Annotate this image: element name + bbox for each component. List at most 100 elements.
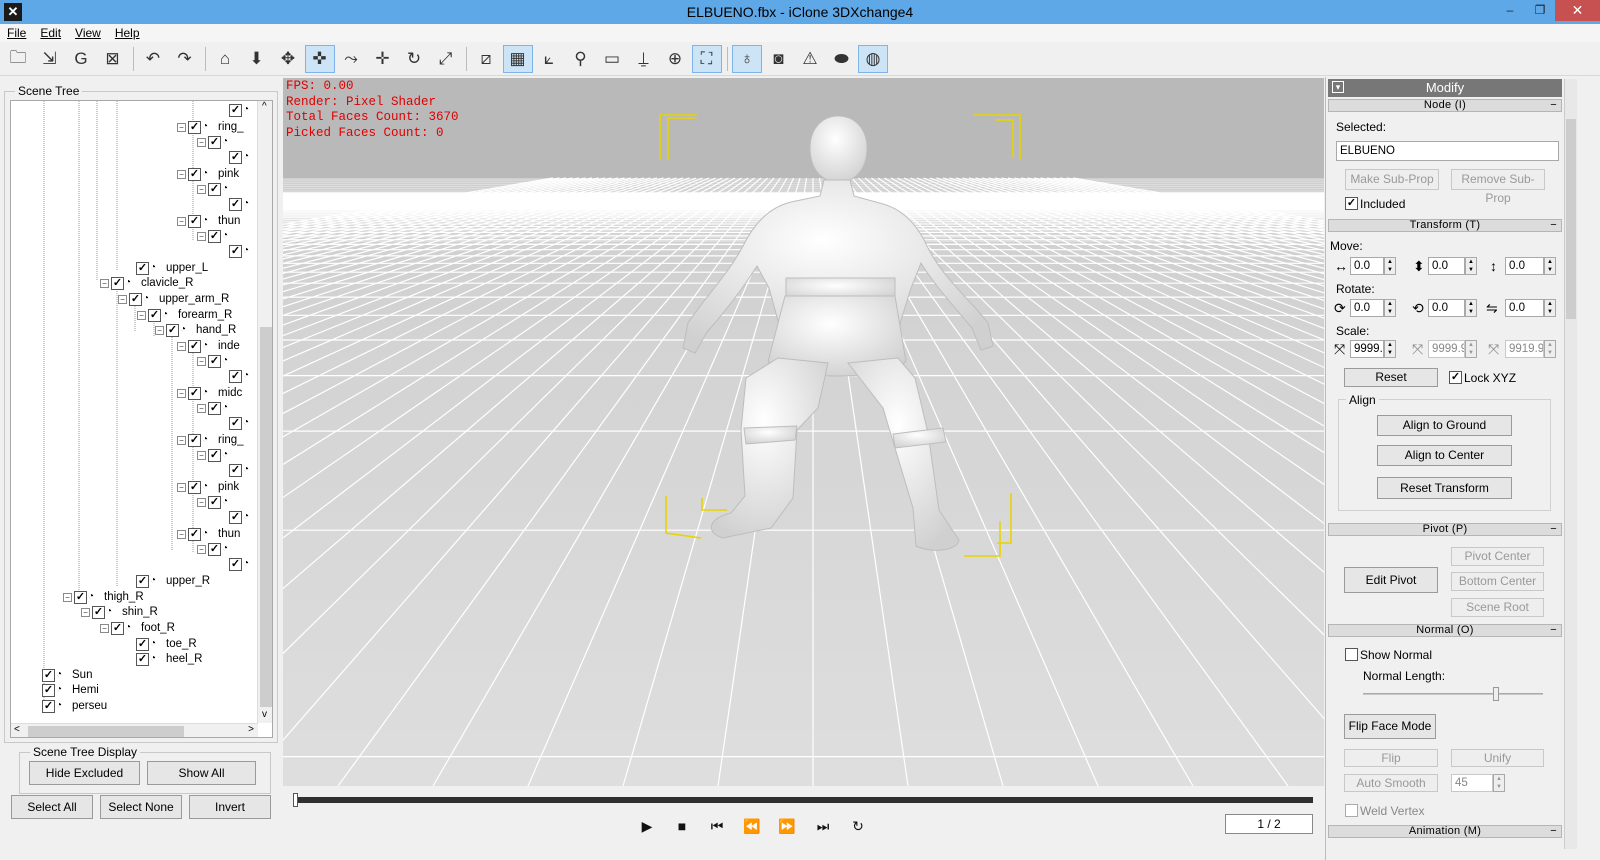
reset-button[interactable]: Reset (1344, 368, 1438, 387)
tree-node[interactable]: − ✓ ◔ shin_R (81, 604, 158, 620)
tree-node-checkbox[interactable]: ✓ (208, 182, 221, 196)
redo-icon[interactable]: ↷ (170, 45, 200, 73)
tree-collapse-icon[interactable]: − (63, 592, 72, 602)
scroll-right-icon[interactable]: > (248, 724, 254, 735)
tree-node[interactable]: − ✓ ◔ (197, 541, 238, 557)
close-button[interactable]: ✕ (1555, 0, 1600, 21)
tree-node[interactable]: ✓ ◔ (229, 102, 259, 118)
tree-node[interactable]: ✓ ◔ toe_R (136, 636, 197, 652)
spin-down-icon[interactable]: ▼ (1494, 783, 1504, 791)
tree-collapse-icon[interactable]: − (137, 310, 146, 320)
move-z-spinner[interactable]: ▲ ▼ (1544, 257, 1556, 275)
spin-down-icon[interactable]: ▼ (1545, 308, 1555, 316)
tree-node[interactable]: ✓ ◔ (229, 509, 259, 525)
nodes-icon[interactable]: ⚠ (795, 45, 825, 73)
show-all-button[interactable]: Show All (147, 761, 256, 785)
tree-node[interactable]: ✓ ◔ (229, 149, 259, 165)
spin-down-icon[interactable]: ▼ (1466, 349, 1476, 357)
tree-node[interactable]: − ✓ ◔ ring_ (177, 432, 244, 448)
spin-up-icon[interactable]: ▲ (1385, 258, 1395, 266)
tree-node[interactable]: ✓ ◔ (229, 415, 259, 431)
spin-down-icon[interactable]: ▼ (1385, 308, 1395, 316)
spin-down-icon[interactable]: ▼ (1466, 266, 1476, 274)
tree-node[interactable]: − ✓ ◔ thun (177, 526, 240, 542)
tree-node[interactable]: − ✓ ◔ thun (177, 213, 240, 229)
last-frame-icon[interactable]: ⏭ (812, 815, 834, 837)
pose-icon[interactable]: ⤳ (336, 45, 366, 73)
menu-file[interactable]: File (0, 26, 33, 40)
collapse-icon[interactable]: ▾ (1332, 81, 1344, 93)
open-icon[interactable]: 🗀 (3, 45, 33, 73)
tree-node[interactable]: − ✓ ◔ hand_R (155, 322, 236, 338)
animation-section-header[interactable]: Animation (M) − (1328, 825, 1562, 838)
tree-node-checkbox[interactable]: ✓ (166, 323, 179, 337)
3d-viewport[interactable]: FPS: 0.00 Render: Pixel Shader Total Fac… (283, 78, 1324, 786)
tree-vscrollbar[interactable]: ^ v (257, 101, 272, 723)
spin-up-icon[interactable]: ▲ (1545, 258, 1555, 266)
hide-excluded-button[interactable]: Hide Excluded (29, 761, 140, 785)
tree-collapse-icon[interactable]: − (177, 435, 186, 445)
tree-node-checkbox[interactable]: ✓ (188, 120, 201, 134)
tree-node[interactable]: ✓ ◔ (229, 462, 259, 478)
section-collapse-icon[interactable]: − (1550, 524, 1557, 535)
move-icon[interactable]: ✛ (368, 45, 398, 73)
tree-node-checkbox[interactable]: ✓ (229, 244, 242, 258)
rotate-icon[interactable]: ↻ (399, 45, 429, 73)
normal-length-slider[interactable] (1363, 693, 1543, 695)
move-y-field[interactable]: 0.0 (1428, 257, 1465, 275)
transform-section-header[interactable]: Transform (T) − (1328, 219, 1562, 232)
first-frame-icon[interactable]: ⏮ (706, 815, 728, 837)
tree-node-checkbox[interactable]: ✓ (208, 401, 221, 415)
section-collapse-icon[interactable]: − (1550, 220, 1557, 231)
show-normal-checkbox[interactable] (1345, 648, 1358, 661)
rotate-y-field[interactable]: 0.0 (1428, 299, 1465, 317)
tree-node[interactable]: − ✓ ◔ inde (177, 338, 240, 354)
spin-up-icon[interactable]: ▲ (1385, 300, 1395, 308)
tree-node[interactable]: − ✓ ◔ pink (177, 479, 239, 495)
tree-node[interactable]: − ✓ ◔ (197, 353, 238, 369)
tree-collapse-icon[interactable]: − (177, 216, 186, 226)
tree-node-checkbox[interactable]: ✓ (42, 683, 55, 697)
tree-node-checkbox[interactable]: ✓ (136, 261, 149, 275)
plane-icon[interactable]: ▭ (597, 45, 627, 73)
app-logo-icon[interactable]: ✕ (4, 3, 22, 21)
align-to-center-button[interactable]: Align to Center (1377, 445, 1512, 466)
tree-collapse-icon[interactable]: − (177, 122, 186, 132)
tree-node[interactable]: ✓ ◔ Hemi (42, 682, 99, 698)
auto-smooth-button[interactable]: Auto Smooth (1344, 774, 1438, 792)
normal-section-header[interactable]: Normal (O) − (1328, 624, 1562, 637)
tree-node-checkbox[interactable]: ✓ (92, 605, 105, 619)
tree-collapse-icon[interactable]: − (81, 607, 90, 617)
tree-node[interactable]: − ✓ ◔ forearm_R (137, 307, 232, 323)
tree-collapse-icon[interactable]: − (177, 169, 186, 179)
material-icon[interactable]: ⬬ (827, 45, 857, 73)
selected-field[interactable]: ELBUENO (1336, 141, 1559, 161)
tree-collapse-icon[interactable]: − (197, 356, 206, 366)
bottom-center-button[interactable]: Bottom Center (1451, 572, 1544, 591)
auto-smooth-spinner[interactable]: ▲ ▼ (1493, 774, 1505, 792)
node-section-header[interactable]: Node (I) − (1328, 99, 1562, 112)
included-checkbox[interactable]: ✓ (1345, 197, 1358, 210)
rotate-z-field[interactable]: 0.0 (1505, 299, 1544, 317)
pivot-section-header[interactable]: Pivot (P) − (1328, 523, 1562, 536)
section-collapse-icon[interactable]: − (1550, 826, 1557, 837)
tree-hscroll-thumb[interactable] (28, 726, 184, 737)
tree-node[interactable]: − ✓ ◔ (197, 228, 238, 244)
spin-up-icon[interactable]: ▲ (1385, 341, 1395, 349)
frame-counter[interactable]: 1 / 2 (1225, 814, 1313, 834)
normal-length-slider-thumb[interactable] (1493, 687, 1499, 701)
make-sub-prop-button[interactable]: Make Sub-Prop (1345, 169, 1439, 190)
auto-smooth-field[interactable]: 45 (1451, 774, 1493, 792)
modify-scroll-thumb[interactable] (1566, 119, 1576, 319)
spin-down-icon[interactable]: ▼ (1466, 308, 1476, 316)
tree-node-checkbox[interactable]: ✓ (136, 652, 149, 666)
tree-collapse-icon[interactable]: − (197, 137, 206, 147)
flip-button[interactable]: Flip (1344, 749, 1438, 767)
ground-icon[interactable]: ⍊ (629, 45, 659, 73)
next-frame-icon[interactable]: ⏩ (776, 815, 798, 837)
tree-vscroll-thumb[interactable] (260, 327, 272, 707)
pivot-center-button[interactable]: Pivot Center (1451, 547, 1544, 566)
scale-y-spinner[interactable]: ▲ ▼ (1465, 340, 1477, 358)
tree-node-checkbox[interactable]: ✓ (229, 416, 242, 430)
tree-node-checkbox[interactable]: ✓ (229, 510, 242, 524)
